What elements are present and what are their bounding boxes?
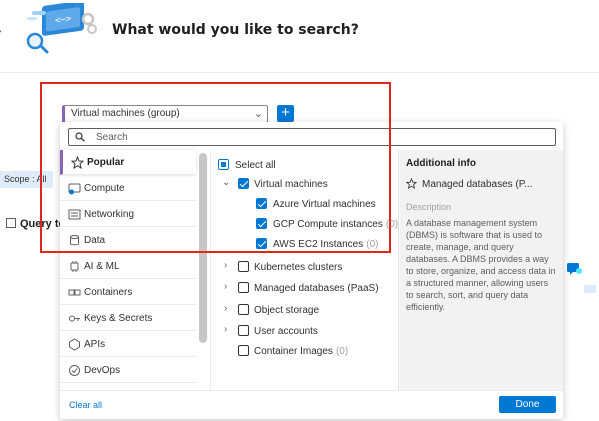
chevron-right-icon[interactable]: › bbox=[224, 260, 227, 271]
chevron-down-icon: ⌄ bbox=[253, 108, 263, 120]
scope-badge[interactable]: Scope : All bbox=[0, 171, 53, 188]
clear-all-link[interactable]: Clear all bbox=[69, 400, 102, 410]
key-icon bbox=[69, 315, 80, 322]
category-list: Popular Compute Networking Data AI & ML … bbox=[60, 150, 196, 390]
api-icon bbox=[69, 338, 80, 351]
search-icon bbox=[75, 132, 85, 142]
search-placeholder: Search bbox=[96, 132, 128, 143]
category-compute[interactable]: Compute bbox=[60, 176, 196, 201]
add-button[interactable]: + bbox=[277, 105, 294, 122]
containers-icon bbox=[68, 289, 81, 296]
query-term-heading: Query ter bbox=[0, 218, 69, 230]
compute-icon bbox=[68, 183, 81, 195]
checkbox[interactable] bbox=[238, 282, 249, 293]
checkbox[interactable] bbox=[238, 304, 249, 315]
checkbox[interactable] bbox=[256, 238, 267, 249]
info-selected-item: Managed databases (P... bbox=[406, 178, 532, 190]
resource-picker-panel: Search Popular Compute Networking Data A… bbox=[60, 122, 563, 419]
column-divider bbox=[398, 150, 399, 390]
page-title: What would you like to search? bbox=[112, 22, 359, 38]
selector-value: Virtual machines (group) bbox=[71, 108, 180, 119]
resource-type-selector[interactable]: Virtual machines (group) ⌄ bbox=[62, 105, 268, 123]
column-divider bbox=[210, 150, 211, 390]
chevron-right-icon[interactable]: › bbox=[224, 324, 227, 335]
checkbox[interactable] bbox=[256, 218, 267, 229]
category-apis[interactable]: APIs bbox=[60, 332, 196, 357]
category-containers[interactable]: Containers bbox=[60, 280, 196, 305]
checkbox[interactable] bbox=[238, 178, 249, 189]
star-icon bbox=[406, 178, 417, 189]
devops-icon bbox=[69, 365, 80, 376]
category-keys-secrets[interactable]: Keys & Secrets bbox=[60, 306, 196, 331]
category-devops[interactable]: DevOps bbox=[60, 358, 196, 383]
description-label: Description bbox=[406, 202, 452, 212]
footer-divider bbox=[60, 390, 563, 391]
checkbox[interactable] bbox=[238, 261, 249, 272]
category-popular[interactable]: Popular bbox=[60, 150, 196, 175]
background-badge bbox=[584, 285, 596, 293]
checkbox[interactable] bbox=[238, 325, 249, 336]
done-button[interactable]: Done bbox=[499, 396, 556, 413]
checkbox[interactable] bbox=[256, 198, 267, 209]
networking-icon bbox=[68, 209, 81, 220]
category-networking[interactable]: Networking bbox=[60, 202, 196, 227]
category-scrollbar[interactable] bbox=[199, 153, 207, 343]
checkbox[interactable] bbox=[238, 345, 249, 356]
database-icon bbox=[70, 235, 79, 246]
query-icon bbox=[6, 218, 16, 228]
description-text: A database management system (DBMS) is s… bbox=[406, 218, 556, 312]
chevron-right-icon[interactable]: › bbox=[224, 303, 227, 314]
chevron-right-icon[interactable]: › bbox=[224, 281, 227, 292]
chevron-right-icon[interactable]: › bbox=[0, 22, 2, 38]
select-all-checkbox[interactable] bbox=[218, 159, 229, 170]
resource-tree: Select all ⌄ Virtual machines Azure Virt… bbox=[212, 150, 398, 390]
chat-icon[interactable] bbox=[566, 262, 582, 276]
page-header: › <⋯> What would you like to search? bbox=[0, 0, 599, 72]
ai-ml-icon bbox=[70, 261, 79, 272]
chevron-down-icon[interactable]: ⌄ bbox=[222, 177, 230, 188]
search-input[interactable]: Search bbox=[68, 128, 556, 146]
category-ai-ml[interactable]: AI & ML bbox=[60, 254, 196, 279]
search-illustration-icon: <⋯> bbox=[26, 3, 97, 54]
additional-info-panel: Additional info Managed databases (P... … bbox=[400, 150, 563, 390]
category-data[interactable]: Data bbox=[60, 228, 196, 253]
info-heading: Additional info bbox=[406, 158, 476, 169]
star-icon bbox=[71, 156, 84, 169]
